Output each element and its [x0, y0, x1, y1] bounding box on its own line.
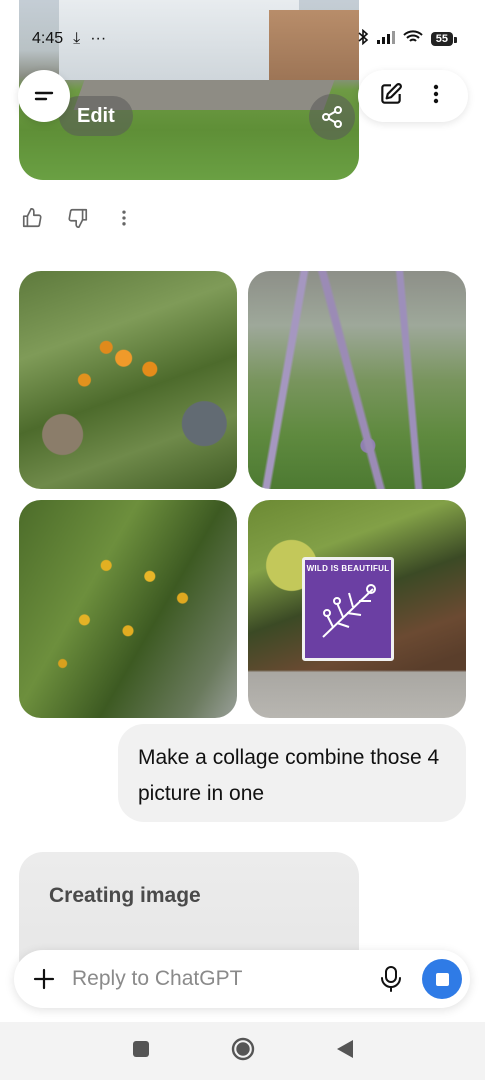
microphone-icon: [381, 966, 401, 992]
plant-illustration-icon: [322, 584, 376, 638]
more-options-button[interactable]: [424, 82, 448, 111]
back-icon: [336, 1039, 353, 1058]
edit-image-button[interactable]: Edit: [59, 96, 133, 136]
message-feedback-row: [20, 206, 136, 230]
edit-icon: [381, 82, 402, 104]
back-button[interactable]: [336, 1039, 354, 1064]
battery-icon: 55: [430, 32, 458, 46]
more-vertical-icon: [433, 84, 439, 103]
sign-text: WILD IS BEAUTIFUL: [306, 564, 390, 573]
uploaded-photo-black-eyed-susan[interactable]: [19, 500, 237, 718]
reply-input[interactable]: [72, 967, 376, 991]
new-chat-button[interactable]: [378, 81, 404, 112]
recents-icon: [132, 1040, 149, 1057]
sidebar-menu-button[interactable]: [18, 70, 70, 122]
thumbs-down-button[interactable]: [66, 206, 90, 230]
user-message-bubble: Make a collage combine those 4 picture i…: [118, 724, 466, 822]
header-actions: [358, 70, 468, 122]
thumbs-up-icon: [22, 208, 42, 228]
status-bar: 4:45 ⤓ ··· 55: [0, 0, 485, 60]
signal-icon: [376, 30, 395, 49]
message-composer: [14, 950, 470, 1008]
stop-generating-button[interactable]: [422, 959, 462, 999]
thumbs-down-icon: [68, 208, 88, 228]
home-button[interactable]: [230, 1036, 256, 1067]
attach-button[interactable]: [30, 965, 58, 993]
bluetooth-icon: [357, 28, 369, 50]
voice-input-button[interactable]: [376, 964, 406, 994]
more-dots-icon: ···: [90, 30, 107, 47]
system-navigation-bar: [0, 1022, 485, 1080]
creating-image-status: Creating image: [49, 884, 201, 907]
share-icon: [322, 106, 342, 128]
home-icon: [231, 1037, 254, 1060]
status-time: 4:45: [32, 30, 64, 47]
download-icon: ⤓: [73, 30, 81, 47]
more-vertical-icon: [122, 210, 126, 226]
garden-sign: WILD IS BEAUTIFUL: [302, 557, 394, 661]
share-image-button[interactable]: [309, 94, 355, 140]
uploaded-photo-butterfly-weed[interactable]: [19, 271, 237, 489]
plus-icon: [33, 968, 55, 990]
recents-button[interactable]: [132, 1040, 150, 1063]
menu-icon: [34, 91, 54, 101]
uploaded-photo-hyssop[interactable]: [248, 271, 466, 489]
wifi-icon: [403, 29, 423, 49]
thumbs-up-button[interactable]: [20, 206, 44, 230]
message-more-button[interactable]: [112, 206, 136, 230]
stop-icon: [435, 972, 449, 986]
